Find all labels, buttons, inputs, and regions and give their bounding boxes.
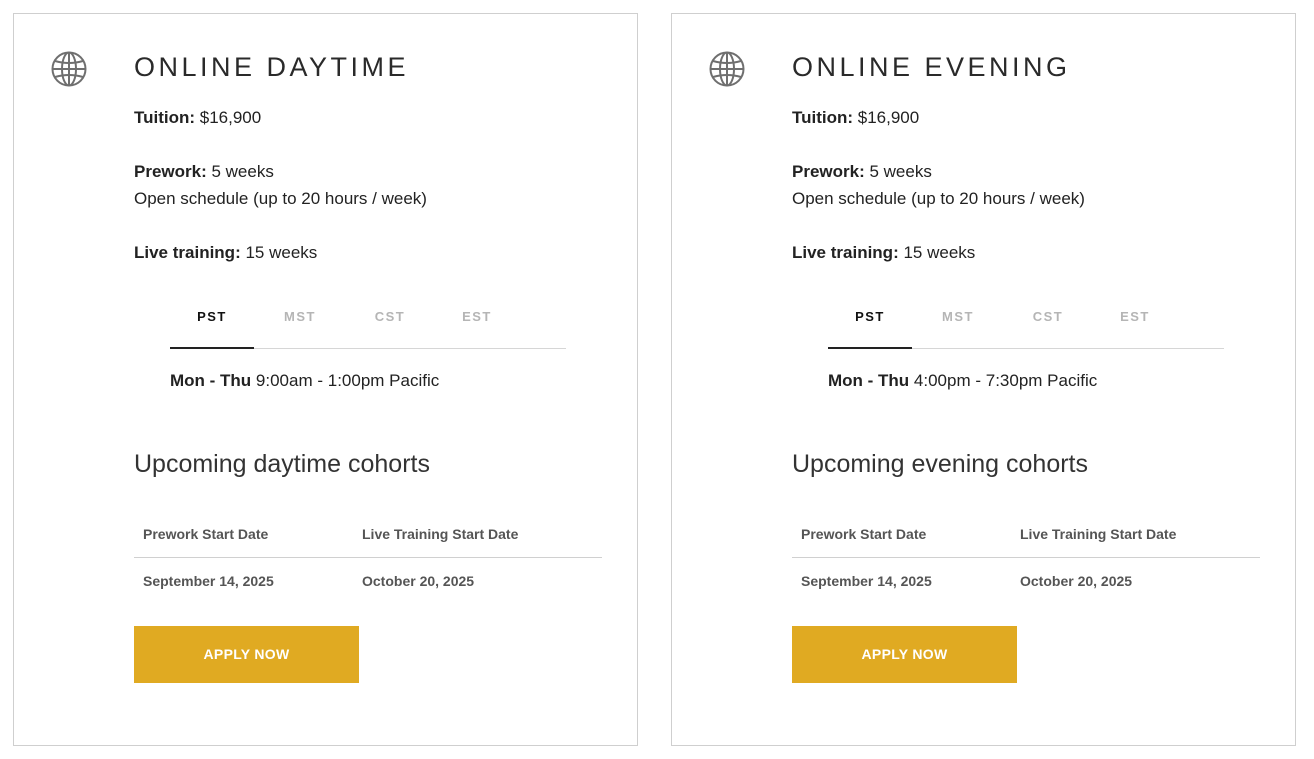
- column-header-prework-start: Prework Start Date: [801, 526, 927, 542]
- prework-info: Prework: 5 weeks Open schedule (up to 20…: [134, 158, 427, 212]
- timezone-tabs: PST MST CST EST: [170, 301, 566, 349]
- globe-icon: [708, 50, 746, 88]
- live-training-info: Live training: 15 weeks: [792, 239, 975, 266]
- prework-value: 5 weeks: [864, 162, 932, 181]
- cohort-table: Prework Start Date Live Training Start D…: [134, 522, 602, 606]
- live-training-start-date: October 20, 2025: [1020, 573, 1133, 589]
- tab-cst[interactable]: CST: [1004, 301, 1092, 349]
- tuition-value: $16,900: [853, 108, 920, 127]
- cohorts-heading: Upcoming evening cohorts: [792, 450, 1088, 478]
- prework-label: Prework:: [134, 162, 207, 181]
- timezone-tabs: PST MST CST EST: [828, 301, 1224, 349]
- schedule-days: Mon - Thu: [170, 371, 252, 390]
- live-training-label: Live training:: [134, 243, 241, 262]
- table-row: September 14, 2025 October 20, 2025: [792, 558, 1260, 606]
- program-title: ONLINE EVENING: [792, 52, 1071, 82]
- live-training-label: Live training:: [792, 243, 899, 262]
- tab-pst[interactable]: PST: [828, 301, 912, 349]
- prework-value: 5 weeks: [206, 162, 274, 181]
- tuition-value: $16,900: [195, 108, 262, 127]
- table-row: September 14, 2025 October 20, 2025: [134, 558, 602, 606]
- live-training-start-date: October 20, 2025: [362, 573, 475, 589]
- class-schedule: Mon - Thu 9:00am - 1:00pm Pacific: [170, 367, 439, 394]
- schedule-days: Mon - Thu: [828, 371, 910, 390]
- column-header-live-start: Live Training Start Date: [362, 526, 519, 542]
- prework-start-date: September 14, 2025: [801, 573, 932, 589]
- prework-schedule: Open schedule (up to 20 hours / week): [134, 189, 427, 208]
- prework-schedule: Open schedule (up to 20 hours / week): [792, 189, 1085, 208]
- tab-mst[interactable]: MST: [912, 301, 1004, 349]
- apply-now-button[interactable]: APPLY NOW: [134, 626, 359, 683]
- program-card-evening: ONLINE EVENING Tuition: $16,900 Prework:…: [671, 13, 1296, 746]
- cohort-table: Prework Start Date Live Training Start D…: [792, 522, 1260, 606]
- prework-info: Prework: 5 weeks Open schedule (up to 20…: [792, 158, 1085, 212]
- table-header-row: Prework Start Date Live Training Start D…: [792, 522, 1260, 558]
- tuition-label: Tuition:: [792, 108, 854, 127]
- live-training-value: 15 weeks: [240, 243, 318, 262]
- cohorts-heading: Upcoming daytime cohorts: [134, 450, 430, 478]
- column-header-live-start: Live Training Start Date: [1020, 526, 1177, 542]
- apply-now-button[interactable]: APPLY NOW: [792, 626, 1017, 683]
- class-schedule: Mon - Thu 4:00pm - 7:30pm Pacific: [828, 367, 1097, 394]
- tab-cst[interactable]: CST: [346, 301, 434, 349]
- column-header-prework-start: Prework Start Date: [143, 526, 269, 542]
- prework-start-date: September 14, 2025: [143, 573, 274, 589]
- tuition-info: Tuition: $16,900: [792, 104, 919, 131]
- tab-mst[interactable]: MST: [254, 301, 346, 349]
- tuition-info: Tuition: $16,900: [134, 104, 261, 131]
- tab-est[interactable]: EST: [434, 301, 520, 349]
- table-header-row: Prework Start Date Live Training Start D…: [134, 522, 602, 558]
- prework-label: Prework:: [792, 162, 865, 181]
- live-training-value: 15 weeks: [898, 243, 976, 262]
- live-training-info: Live training: 15 weeks: [134, 239, 317, 266]
- schedule-time: 9:00am - 1:00pm Pacific: [251, 371, 440, 390]
- program-title: ONLINE DAYTIME: [134, 52, 410, 82]
- tab-est[interactable]: EST: [1092, 301, 1178, 349]
- tuition-label: Tuition:: [134, 108, 196, 127]
- tab-pst[interactable]: PST: [170, 301, 254, 349]
- schedule-time: 4:00pm - 7:30pm Pacific: [909, 371, 1098, 390]
- program-card-daytime: ONLINE DAYTIME Tuition: $16,900 Prework:…: [13, 13, 638, 746]
- globe-icon: [50, 50, 88, 88]
